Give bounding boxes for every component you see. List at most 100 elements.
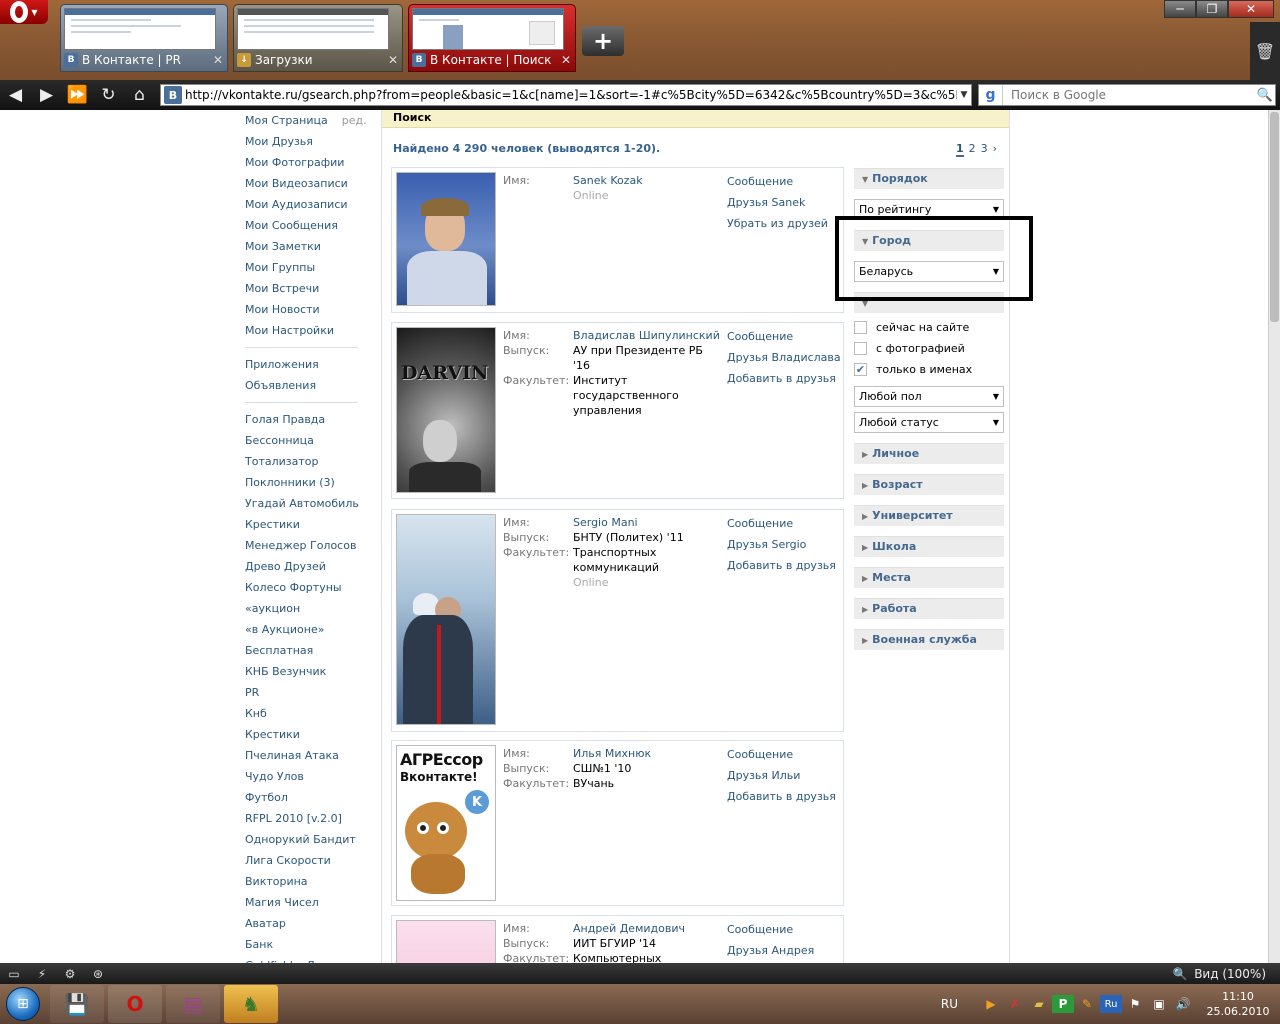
- filter-order-header[interactable]: ▼ Порядок: [854, 168, 1004, 189]
- opera-menu-button[interactable]: ▼: [0, 0, 48, 24]
- user-name-link[interactable]: Sergio Mani: [573, 515, 723, 530]
- reload-button[interactable]: ↻: [93, 80, 124, 110]
- status-select[interactable]: Любой статус ▼: [854, 412, 1004, 433]
- page-scrollbar[interactable]: [1268, 110, 1280, 963]
- tab-vk-pr[interactable]: В В Контакте | PR ✕: [60, 4, 228, 72]
- filter-section-5[interactable]: ▶ Работа: [854, 598, 1004, 619]
- unite-icon[interactable]: ⚙: [56, 967, 84, 981]
- checkmark-icon[interactable]: ✔: [854, 363, 867, 376]
- menu-item-app-25[interactable]: Банк: [245, 934, 365, 955]
- menu-item-app-8[interactable]: Колесо Фортуны: [245, 577, 365, 598]
- view-friends-link[interactable]: Друзья Андрея: [727, 944, 842, 963]
- menu-item-app-14[interactable]: Кнб: [245, 703, 365, 724]
- menu-item-6[interactable]: Мои Группы: [245, 257, 365, 278]
- menu-item-app-16[interactable]: Пчелиная Атака: [245, 745, 365, 766]
- taskbar-opera[interactable]: O: [108, 985, 162, 1023]
- user-photo[interactable]: АГРЕссор Вконтакте! K: [396, 745, 496, 901]
- turbo-icon[interactable]: ⚡: [28, 967, 56, 981]
- menu-item-app-12[interactable]: КНБ Везунчик: [245, 661, 365, 682]
- filter-section-4[interactable]: ▶ Места: [854, 567, 1004, 588]
- filter-section-1[interactable]: ▶ Возраст: [854, 474, 1004, 495]
- send-message-link[interactable]: Сообщение: [727, 175, 842, 196]
- menu-item-3[interactable]: Мои Аудиозаписи: [245, 194, 365, 215]
- add-friend-link[interactable]: Добавить в друзья: [727, 559, 842, 580]
- add-friend-link[interactable]: Добавить в друзья: [727, 372, 842, 393]
- menu-item-app-2[interactable]: Тотализатор: [245, 451, 365, 472]
- tray-folder-icon[interactable]: ▰: [1028, 995, 1050, 1013]
- menu-item-app-1[interactable]: Бессонница: [245, 430, 365, 451]
- new-tab-button[interactable]: +: [582, 26, 624, 56]
- user-photo[interactable]: [396, 920, 496, 963]
- volume-icon[interactable]: 🔊: [1172, 995, 1194, 1013]
- menu-item-app-9[interactable]: «аукцион: [245, 598, 365, 619]
- order-select[interactable]: По рейтингу ▼: [854, 199, 1004, 220]
- menu-item-app-10[interactable]: «в Аукционе»: [245, 619, 365, 640]
- menu-item-app-21[interactable]: Лига Скорости: [245, 850, 365, 871]
- send-message-link[interactable]: Сообщение: [727, 517, 842, 538]
- menu-item-app-18[interactable]: Футбол: [245, 787, 365, 808]
- menu-my-page[interactable]: Моя Страница ред.: [245, 110, 367, 131]
- minimize-button[interactable]: ─: [1164, 0, 1196, 18]
- user-name-link[interactable]: Sanek Kozak: [573, 173, 723, 188]
- tray-key-icon[interactable]: ✎: [1076, 995, 1098, 1013]
- edit-link[interactable]: ред.: [342, 114, 367, 127]
- menu-item-app-0[interactable]: Голая Правда: [245, 409, 365, 430]
- next-page-link[interactable]: ›: [993, 142, 997, 155]
- menu-item-app-20[interactable]: Однорукий Бандит: [245, 829, 365, 850]
- menu-item-app-13[interactable]: PR: [245, 682, 365, 703]
- panel-toggle-icon[interactable]: ▭: [0, 967, 28, 981]
- view-friends-link[interactable]: Друзья Ильи: [727, 769, 842, 790]
- menu-item-app-6[interactable]: Менеджер Голосов: [245, 535, 365, 556]
- menu-item-app-17[interactable]: Чудо Улов: [245, 766, 365, 787]
- page-2-link[interactable]: 2: [969, 142, 976, 155]
- menu-item-app-22[interactable]: Викторина: [245, 871, 365, 892]
- google-engine-icon[interactable]: g: [979, 85, 1003, 105]
- home-button[interactable]: ⌂: [124, 80, 155, 110]
- menu-item-services-1[interactable]: Объявления: [245, 375, 365, 396]
- menu-item-app-3[interactable]: Поклонники (3): [245, 472, 365, 493]
- menu-item-app-19[interactable]: RFPL 2010 [v.2.0]: [245, 808, 365, 829]
- network-icon[interactable]: ▣: [1148, 995, 1170, 1013]
- menu-item-1[interactable]: Мои Фотографии: [245, 152, 365, 173]
- tray-p-icon[interactable]: P: [1052, 995, 1074, 1013]
- send-message-link[interactable]: Сообщение: [727, 330, 842, 351]
- tray-lang-icon[interactable]: Ru: [1100, 995, 1122, 1013]
- checkbox-online-now[interactable]: сейчас на сайте: [854, 317, 1004, 338]
- action-center-flag-icon[interactable]: ⚑: [1124, 995, 1146, 1013]
- close-tab-icon[interactable]: ✕: [387, 53, 399, 67]
- user-photo[interactable]: DARVIN: [396, 327, 496, 493]
- zoom-magnifier-icon[interactable]: 🔍: [1166, 967, 1194, 981]
- menu-item-8[interactable]: Мои Новости: [245, 299, 365, 320]
- menu-item-5[interactable]: Мои Заметки: [245, 236, 365, 257]
- checkbox-with-photo[interactable]: с фотографией: [854, 338, 1004, 359]
- menu-item-app-11[interactable]: Бесплатная: [245, 640, 365, 661]
- user-name-link[interactable]: Владислав Шипулинский: [573, 328, 723, 343]
- filter-city-header[interactable]: ▼ Город: [854, 230, 1004, 251]
- filter-section-3[interactable]: ▶ Школа: [854, 536, 1004, 557]
- search-icon[interactable]: 🔍: [1255, 88, 1275, 103]
- user-name-link[interactable]: Андрей Демидович: [573, 921, 723, 936]
- gender-select[interactable]: Любой пол ▼: [854, 386, 1004, 407]
- filter-section-0[interactable]: ▶ Личное: [854, 443, 1004, 464]
- city-select[interactable]: Беларусь ▼: [854, 261, 1004, 282]
- filter-basic-header[interactable]: ▼: [854, 292, 1004, 313]
- send-message-link[interactable]: Сообщение: [727, 748, 842, 769]
- taskbar-active-app[interactable]: ♞: [224, 985, 278, 1023]
- taskbar-winrar[interactable]: ▤: [166, 985, 220, 1023]
- menu-item-app-23[interactable]: Магия Чисел: [245, 892, 365, 913]
- start-button[interactable]: ⊞: [0, 984, 46, 1024]
- close-tab-icon[interactable]: ✕: [212, 53, 224, 67]
- page-3-link[interactable]: 3: [981, 142, 988, 155]
- checkbox-box[interactable]: [854, 321, 867, 334]
- close-window-button[interactable]: ✕: [1228, 0, 1274, 18]
- menu-item-app-5[interactable]: Крестики: [245, 514, 365, 535]
- add-friend-link[interactable]: Добавить в друзья: [727, 790, 842, 811]
- filter-section-2[interactable]: ▶ Университет: [854, 505, 1004, 526]
- zoom-level[interactable]: Вид (100%): [1194, 967, 1280, 981]
- send-message-link[interactable]: Сообщение: [727, 923, 842, 944]
- menu-item-7[interactable]: Мои Встречи: [245, 278, 365, 299]
- tab-downloads[interactable]: ↓ Загрузки ✕: [233, 4, 403, 72]
- forward-button[interactable]: ▶: [31, 80, 62, 110]
- view-friends-link[interactable]: Друзья Sanek: [727, 196, 842, 217]
- search-input[interactable]: [1003, 88, 1255, 102]
